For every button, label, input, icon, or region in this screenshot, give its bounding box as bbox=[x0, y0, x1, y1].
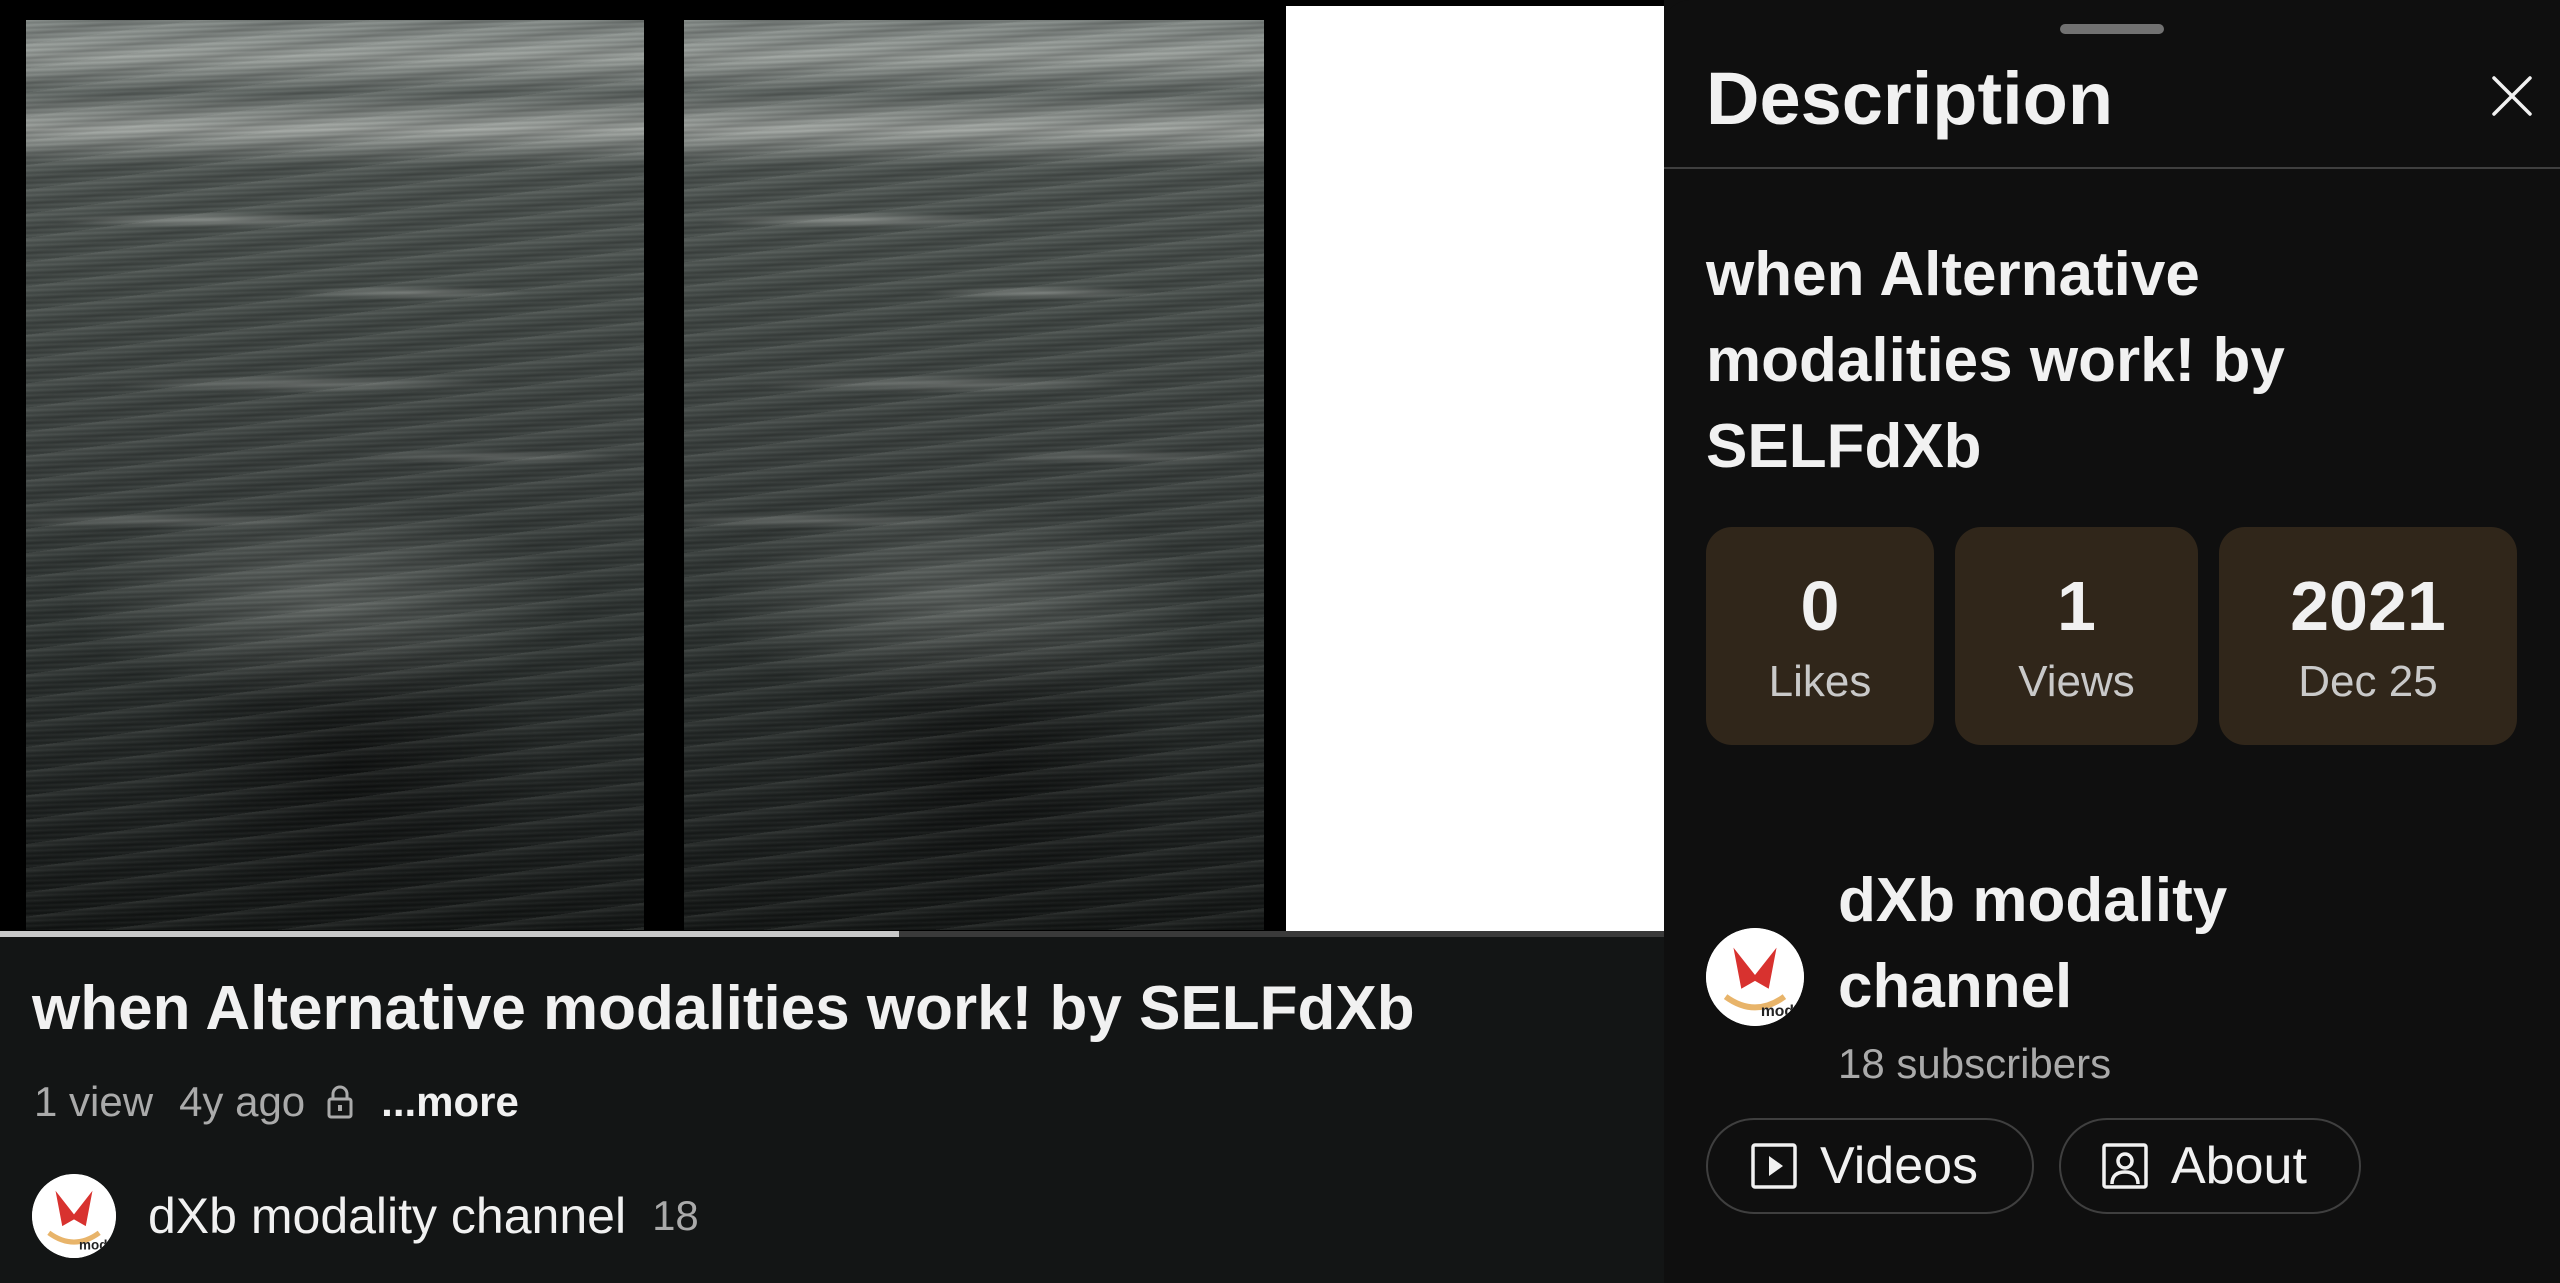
lock-icon bbox=[327, 1085, 353, 1119]
panel-title: Description bbox=[1706, 57, 2114, 140]
person-icon bbox=[2101, 1142, 2149, 1190]
channel-name[interactable]: dXb modality channel bbox=[148, 1187, 626, 1245]
progress-bar[interactable] bbox=[0, 931, 1664, 937]
stat-likes: 0 Likes bbox=[1706, 527, 1934, 745]
video-title: when Alternative modalities work! by SEL… bbox=[32, 974, 1415, 1043]
video-frame-blank bbox=[1286, 6, 1664, 931]
stat-upload-date: 2021 Dec 25 bbox=[2219, 527, 2517, 745]
progress-bar-fill bbox=[0, 931, 899, 937]
avatar[interactable]: moda bbox=[32, 1174, 116, 1258]
videos-button-label: Videos bbox=[1820, 1137, 1979, 1195]
video-frame-right bbox=[684, 20, 1264, 930]
channel-name[interactable]: dXb modality channel bbox=[1838, 858, 2318, 1030]
close-icon bbox=[2490, 74, 2534, 123]
svg-text:moda: moda bbox=[79, 1238, 115, 1253]
video-metadata[interactable]: 1 view 4y ago ...more bbox=[34, 1072, 519, 1132]
subscriber-count: 18 bbox=[652, 1192, 699, 1239]
stat-label: Likes bbox=[1768, 657, 1872, 706]
description-video-title: when Alternative modalities work! by SEL… bbox=[1706, 240, 2285, 481]
watch-area: when Alternative modalities work! by SEL… bbox=[0, 0, 1664, 1283]
drag-handle[interactable] bbox=[2060, 24, 2164, 34]
about-button[interactable]: About bbox=[2059, 1118, 2361, 1214]
videos-button[interactable]: Videos bbox=[1706, 1118, 2034, 1214]
stat-value: 2021 bbox=[2290, 567, 2446, 645]
video-player[interactable] bbox=[0, 0, 1664, 937]
stat-value: 0 bbox=[1800, 567, 1840, 645]
stat-label: Dec 25 bbox=[2298, 657, 2438, 706]
channel-row[interactable]: moda dXb modality channel 18 bbox=[32, 1174, 699, 1258]
channel-avatar[interactable]: moda bbox=[1706, 928, 1804, 1026]
divider bbox=[1664, 167, 2560, 169]
more-link[interactable]: ...more bbox=[381, 1078, 519, 1126]
close-button[interactable] bbox=[2474, 60, 2550, 136]
svg-text:moda: moda bbox=[1761, 1003, 1803, 1020]
view-count: 1 view bbox=[34, 1078, 154, 1125]
video-frame-left bbox=[26, 20, 644, 930]
subscriber-count: 18 subscribers bbox=[1838, 1040, 2112, 1087]
description-panel: Description when Alternative modalities … bbox=[1664, 0, 2560, 1283]
upload-age: 4y ago bbox=[179, 1078, 306, 1125]
stat-label: Views bbox=[2018, 657, 2135, 706]
stat-views: 1 Views bbox=[1955, 527, 2198, 745]
play-icon bbox=[1750, 1142, 1798, 1190]
stat-value: 1 bbox=[2057, 567, 2096, 645]
about-button-label: About bbox=[2171, 1137, 2307, 1195]
